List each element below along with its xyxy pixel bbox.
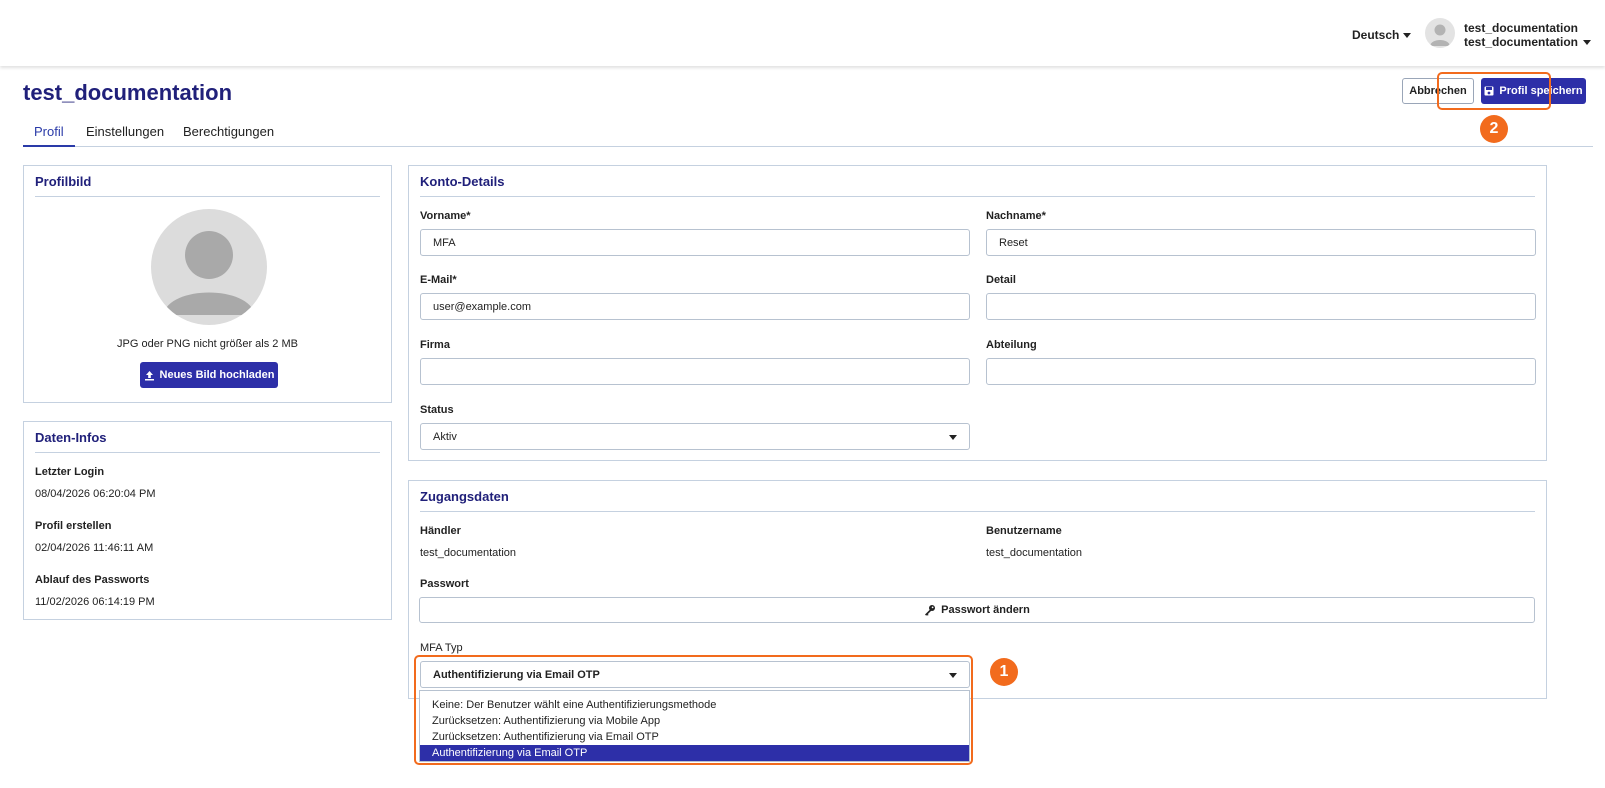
password-expiry-value: 11/02/2026 06:14:19 PM [35, 596, 155, 608]
profile-avatar [151, 209, 267, 325]
key-icon [925, 605, 936, 616]
status-select[interactable]: Aktiv [420, 423, 970, 450]
chevron-down-icon [1403, 32, 1412, 38]
username-value: test_documentation [986, 547, 1083, 559]
highlight-mfa [414, 655, 973, 765]
change-password-label: Passwort ändern [941, 604, 1030, 616]
chevron-down-icon [949, 435, 957, 440]
panel-title: Daten-Infos [35, 430, 107, 445]
language-selector[interactable]: Deutsch [1352, 28, 1412, 42]
department-field[interactable] [986, 358, 1536, 385]
company-label: Firma [420, 339, 450, 351]
divider [420, 196, 1535, 197]
created-label: Profil erstellen [35, 520, 112, 532]
step-badge-1: 1 [990, 658, 1018, 686]
password-expiry-label: Ablauf des Passworts [35, 574, 150, 586]
top-bar: Deutsch test_documentation test_document… [0, 0, 1605, 66]
tab-bar: Profil Einstellungen Berechtigungen [23, 117, 1593, 147]
change-password-button[interactable]: Passwort ändern [419, 597, 1535, 623]
user-name-line: test_documentation [1464, 21, 1579, 35]
last-name-field[interactable]: Reset [986, 229, 1536, 256]
highlight-save [1437, 72, 1551, 110]
chevron-down-icon [1583, 39, 1592, 45]
language-label: Deutsch [1352, 28, 1400, 42]
last-login-value: 08/04/2026 06:20:04 PM [35, 488, 156, 500]
created-value: 02/04/2026 11:46:11 AM [35, 542, 154, 554]
department-label: Abteilung [986, 339, 1037, 351]
email-label: E-Mail* [420, 274, 457, 286]
company-field[interactable] [420, 358, 970, 385]
tab-einstellungen[interactable]: Einstellungen [86, 124, 164, 147]
user-menu[interactable]: test_documentation test_documentation [1464, 21, 1592, 49]
first-name-field[interactable]: MFA [420, 229, 970, 256]
detail-label: Detail [986, 274, 1016, 286]
upload-label: Neues Bild hochladen [159, 369, 275, 381]
divider [35, 196, 380, 197]
panel-title: Zugangsdaten [420, 489, 509, 504]
last-login-label: Letzter Login [35, 466, 105, 478]
password-label: Passwort [420, 578, 469, 590]
user-silhouette-icon [1430, 24, 1450, 46]
upload-icon [144, 370, 154, 380]
dealer-value: test_documentation [420, 547, 517, 559]
username-label: Benutzername [986, 525, 1062, 537]
divider [35, 452, 380, 453]
email-field[interactable]: user@example.com [420, 293, 970, 320]
mfa-type-label: MFA Typ [420, 642, 463, 654]
first-name-label: Vorname* [420, 210, 471, 222]
tab-berechtigungen[interactable]: Berechtigungen [183, 124, 274, 147]
divider [420, 511, 1535, 512]
user-silhouette-icon [163, 231, 255, 315]
page-title: test_documentation [23, 80, 233, 105]
upload-hint: JPG oder PNG nicht größer als 2 MB [117, 338, 298, 350]
status-value: Aktiv [433, 430, 457, 443]
dealer-label: Händler [420, 525, 461, 537]
user-account-line: test_documentation [1464, 35, 1579, 49]
upload-image-button[interactable]: Neues Bild hochladen [140, 362, 278, 388]
status-label: Status [420, 404, 454, 416]
panel-title: Profilbild [35, 174, 92, 189]
last-name-label: Nachname* [986, 210, 1046, 222]
user-avatar[interactable] [1425, 18, 1455, 48]
detail-field[interactable] [986, 293, 1536, 320]
account-details-panel: Konto-Details Vorname* MFA Nachname* Res… [408, 165, 1547, 461]
data-info-panel: Daten-Infos Letzter Login 08/04/2026 06:… [23, 421, 392, 620]
tab-profil[interactable]: Profil [23, 124, 75, 147]
profile-picture-panel: Profilbild JPG oder PNG nicht größer als… [23, 165, 392, 403]
panel-title: Konto-Details [420, 174, 505, 189]
